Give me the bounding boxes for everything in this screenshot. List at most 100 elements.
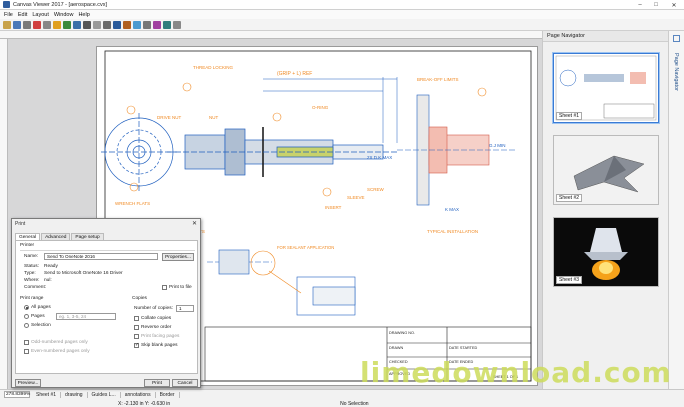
all-pages-radio[interactable] [24,305,29,310]
hand-icon[interactable] [53,20,61,29]
facing-pages-label: Print facing pages [141,334,180,339]
coordinates-readout: X: -2.130 in Y: -0.630 in [118,400,171,407]
zoom-in-icon[interactable] [63,20,71,29]
settings-icon[interactable] [173,20,181,29]
even-pages-checkbox[interactable] [24,349,29,354]
app-icon [3,1,10,8]
print-to-file-checkbox[interactable] [162,285,167,290]
copies-title: Copies [132,296,147,301]
num-copies-input[interactable]: 1 [176,305,194,312]
menu-help[interactable]: Help [78,12,89,18]
thumbnail-sheet-1[interactable]: Sheet #1 [553,53,659,123]
tab-annotations[interactable]: annotations [121,391,156,398]
grid-icon[interactable] [163,20,171,29]
watermark-text: limedownload.com [360,355,672,389]
tab-border[interactable]: Border [156,391,180,398]
name-label: Name: [24,254,39,259]
where-value: nul: [44,278,52,283]
pages-input[interactable]: eg. 1, 3-5, 24 [56,313,116,320]
pages-radio[interactable] [24,314,29,319]
preview-button[interactable]: Preview... [15,379,41,387]
title-bar: Canvas Viewer 2017 - [aerospace.cvx] – □… [0,0,684,10]
facing-pages-checkbox[interactable] [134,334,139,339]
measure-icon[interactable] [113,20,121,29]
close-button[interactable]: ✕ [666,0,682,10]
printer-group-title: Printer [20,243,35,248]
horizontal-ruler [0,31,542,39]
zoom-out-icon[interactable] [73,20,81,29]
menu-file[interactable]: File [4,12,13,18]
printer-name-select[interactable]: Send To OneNote 2016 [44,253,158,260]
tab-guides[interactable]: Guides L... [88,391,121,398]
label-k-max: K MAX [445,207,459,212]
minimize-button[interactable]: – [632,0,648,10]
zoom-window-icon[interactable] [103,20,111,29]
tb-drawing-no: DRAWING NO. [389,331,415,335]
cancel-button[interactable]: Cancel [172,379,198,387]
selection-radio[interactable] [24,323,29,328]
pdf-icon[interactable] [33,20,41,29]
watermark: limedownload.com [360,352,671,392]
pin-icon[interactable] [673,35,680,42]
menu-bar: File Edit Layout Window Help [0,10,684,19]
all-pages-label: All pages [31,305,51,310]
print-general-panel: Printer Name: Send To OneNote 2016 Prope… [15,240,198,374]
label-sealant: FOR SEALANT APPLICATION [277,245,334,250]
zoom-field[interactable]: 278.8399% [4,391,30,398]
print-icon[interactable] [23,20,31,29]
skip-blank-label: Skip blank pages [141,343,178,348]
zoom-fit-icon[interactable] [83,20,91,29]
label-o-ring: O-RING [312,105,329,110]
even-pages-label: Even-numbered pages only [31,349,90,354]
label-thread-locking: THREAD LOCKING [193,65,234,70]
page-navigator-side-tab[interactable]: Page Navigator [668,31,684,389]
toolbar [0,19,684,31]
print-range-title: Print range [20,296,44,301]
markup-icon[interactable] [123,20,131,29]
odd-pages-checkbox[interactable] [24,340,29,345]
thumbnail-sheet-3[interactable]: Sheet #3 [553,217,659,287]
maximize-button[interactable]: □ [648,0,664,10]
compare-icon[interactable] [153,20,161,29]
layers-icon[interactable] [133,20,141,29]
close-icon[interactable]: ✕ [192,220,197,227]
status-value: Ready [44,264,58,269]
window-title: Canvas Viewer 2017 - [aerospace.cvx] [13,1,108,8]
open-icon[interactable] [3,20,11,29]
num-copies-label: Number of copies: [134,306,173,311]
print-button[interactable]: Print [144,379,170,387]
pointer-icon[interactable] [43,20,51,29]
sheet-selector[interactable]: Sheet #1 [32,391,62,398]
reverse-order-checkbox[interactable] [134,325,139,330]
tb-drawn: DRAWN [389,346,403,350]
reverse-order-label: Reverse order [141,325,172,330]
menu-layout[interactable]: Layout [32,12,49,18]
label-g-min: G.J MIN [489,143,506,148]
collate-checkbox[interactable] [134,316,139,321]
sheet-1-label: Sheet #1 [556,112,583,120]
sheet-3-label: Sheet #3 [556,276,583,284]
comment-label: Comment: [24,285,47,290]
label-nut: NUT [209,115,218,120]
zoom-page-icon[interactable] [93,20,101,29]
type-value: Send to Microsoft OneNote 16 Driver [44,271,123,276]
label-sleeve: SLEEVE [347,195,365,200]
skip-blank-checkbox[interactable] [134,342,139,348]
label-wrench-flats: WRENCH FLATS [115,201,150,206]
label-breakoff: BREAK-OFF LIMITS [417,77,459,82]
properties-button[interactable]: Properties... [162,253,194,261]
print-to-file-label: Print to file [169,285,192,290]
label-screw: SCREW [367,187,385,192]
vertical-ruler [0,39,8,389]
tab-drawing[interactable]: drawing [61,391,88,398]
save-icon[interactable] [13,20,21,29]
menu-window[interactable]: Window [54,12,74,18]
menu-edit[interactable]: Edit [18,12,27,18]
rotate-icon[interactable] [143,20,151,29]
label-insert: INSERT [325,205,342,210]
type-label: Type: [24,271,36,276]
label-grip: (GRIP + L) REF [277,71,312,77]
page-navigator-panel: Page Navigator Sheet #1 Sheet #2 Sheet #… [542,31,668,389]
collate-label: Collate copies [141,316,172,321]
thumbnail-sheet-2[interactable]: Sheet #2 [553,135,659,205]
